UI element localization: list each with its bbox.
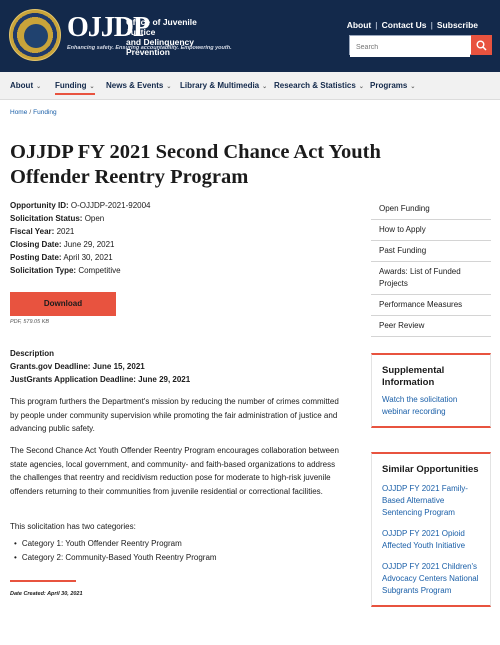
meta-row: Solicitation Status: Open — [10, 214, 105, 223]
main-nav: About ⌄ Funding ⌄ News & Events ⌄ Library &… — [0, 72, 500, 100]
search-icon — [476, 40, 487, 51]
subscribe-link[interactable]: Subscribe — [437, 20, 478, 30]
page-title: OJJDP FY 2021 Second Chance Act Youth Of… — [10, 141, 381, 188]
nav-about[interactable]: About ⌄ — [10, 81, 41, 90]
nav-library-multimedia[interactable]: Library & Multimedia ⌄ — [180, 81, 267, 90]
description-paragraph: The Second Chance Act Youth Offender Ree… — [10, 446, 339, 496]
sidebar-item-performance-measures[interactable]: Performance Measures — [371, 295, 491, 316]
sidebar-nav: Open Funding How to Apply Past Funding A… — [371, 199, 491, 337]
search-input[interactable] — [350, 38, 470, 57]
similar-link[interactable]: OJJDP FY 2021 Opioid Affected Youth Init… — [382, 528, 480, 552]
similar-link[interactable]: OJJDP FY 2021 Family-Based Alternative S… — [382, 483, 480, 519]
chevron-down-icon: ⌄ — [410, 84, 416, 90]
contact-link[interactable]: Contact Us — [382, 20, 427, 30]
tagline: Enhancing safety. Ensuring accountabilit… — [67, 45, 232, 51]
similar-title: Similar Opportunities — [382, 464, 479, 475]
description-paragraph: This program furthers the Department's m… — [10, 397, 339, 433]
file-info: PDF, 579.05 KB — [10, 319, 50, 325]
list-item: Category 2: Community-Based Youth Reentr… — [14, 551, 217, 565]
about-link[interactable]: About — [347, 20, 372, 30]
similar-link[interactable]: OJJDP FY 2021 Children's Advocacy Center… — [382, 561, 480, 597]
supplemental-title: Supplemental Information — [382, 365, 445, 388]
category-list: Category 1: Youth Offender Reentry Progr… — [14, 537, 217, 564]
chevron-down-icon: ⌄ — [89, 84, 95, 90]
nav-news-events[interactable]: News & Events ⌄ — [106, 81, 171, 90]
nav-programs[interactable]: Programs ⌄ — [370, 81, 415, 90]
chevron-down-icon: ⌄ — [166, 84, 172, 90]
office-name: Office of Juvenile Justice and Delinquen… — [126, 17, 226, 57]
download-button[interactable]: Download — [10, 292, 116, 316]
description-heading: Description — [10, 349, 55, 358]
nav-funding[interactable]: Funding ⌄ — [55, 81, 95, 95]
breadcrumb-funding[interactable]: Funding — [33, 109, 57, 116]
utility-links: About | Contact Us | Subscribe — [346, 20, 478, 30]
breadcrumb: Home / Funding — [10, 109, 57, 116]
search-button[interactable] — [471, 35, 492, 55]
date-created: Date Created: April 30, 2021 — [10, 591, 83, 597]
search-box — [349, 35, 492, 57]
justgrants-deadline: JustGrants Application Deadline: June 29… — [10, 375, 191, 384]
sidebar-item-awards[interactable]: Awards: List of Funded Projects — [371, 262, 491, 295]
chevron-down-icon: ⌄ — [262, 84, 268, 90]
supplemental-info-box: Supplemental Information Watch the solic… — [371, 353, 491, 428]
webinar-link[interactable]: Watch the solicitation webinar recording — [382, 394, 480, 418]
sidebar-item-open-funding[interactable]: Open Funding — [371, 199, 491, 220]
chevron-down-icon: ⌄ — [358, 84, 364, 90]
meta-row: Closing Date: June 29, 2021 — [10, 240, 115, 249]
chevron-down-icon: ⌄ — [36, 84, 42, 90]
meta-row: Opportunity ID: O-OJJDP-2021-92004 — [10, 201, 151, 210]
meta-row: Fiscal Year: 2021 — [10, 227, 75, 236]
site-header: OJJDP Office of Juvenile Justice and Del… — [0, 0, 500, 72]
sidebar-item-how-to-apply[interactable]: How to Apply — [371, 220, 491, 241]
breadcrumb-home[interactable]: Home — [10, 109, 27, 116]
solicitation-meta: Opportunity ID: O-OJJDP-2021-92004 Solic… — [10, 199, 150, 277]
grants-gov-deadline: Grants.gov Deadline: June 15, 2021 — [10, 362, 145, 371]
list-item: Category 1: Youth Offender Reentry Progr… — [14, 537, 217, 551]
similar-opportunities-box: Similar Opportunities OJJDP FY 2021 Fami… — [371, 452, 491, 607]
meta-row: Posting Date: April 30, 2021 — [10, 253, 113, 262]
office-line-1: Office of Juvenile Justice — [126, 17, 197, 37]
divider — [10, 580, 76, 582]
sidebar-item-past-funding[interactable]: Past Funding — [371, 241, 491, 262]
sidebar-item-peer-review[interactable]: Peer Review — [371, 316, 491, 337]
nav-research-statistics[interactable]: Research & Statistics ⌄ — [274, 81, 364, 90]
meta-row: Solicitation Type: Competitive — [10, 266, 121, 275]
description-header: Description Grants.gov Deadline: June 15… — [10, 347, 340, 386]
doj-seal-logo[interactable] — [9, 9, 61, 61]
description-paragraph: This solicitation has two categories: — [10, 522, 136, 531]
